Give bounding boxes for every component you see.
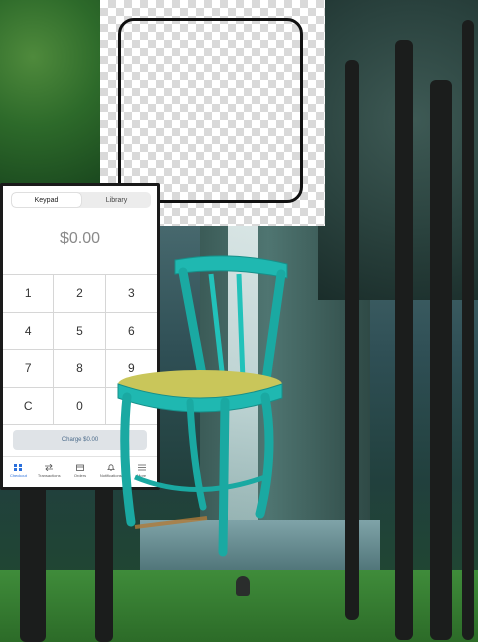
tab-keypad[interactable]: Keypad xyxy=(12,193,81,207)
key-0[interactable]: 0 xyxy=(54,387,106,425)
amount-display: $0.00 xyxy=(59,230,101,247)
tab-bar: Keypad Library xyxy=(11,192,151,208)
key-4[interactable]: 4 xyxy=(3,312,55,350)
key-7[interactable]: 7 xyxy=(3,350,55,388)
nav-orders[interactable]: Orders xyxy=(65,457,96,485)
tree-trunk xyxy=(95,470,113,642)
nav-checkout[interactable]: Checkout xyxy=(3,457,34,485)
nav-transactions-label: Transactions xyxy=(37,473,61,478)
tree-canopy-left xyxy=(0,0,110,190)
tree-trunk xyxy=(20,480,46,642)
nav-orders-label: Orders xyxy=(73,473,87,478)
tab-library[interactable]: Library xyxy=(82,192,151,208)
key-2[interactable]: 2 xyxy=(54,275,106,313)
key-5[interactable]: 5 xyxy=(54,312,106,350)
box-icon xyxy=(76,464,84,471)
teal-chair xyxy=(117,255,288,557)
nav-transactions[interactable]: Transactions xyxy=(34,457,65,485)
tree-trunk xyxy=(430,80,452,640)
key-1[interactable]: 1 xyxy=(3,275,55,313)
grid-icon xyxy=(14,464,23,471)
tree-trunk xyxy=(462,20,474,640)
nav-checkout-label: Checkout xyxy=(9,473,27,478)
arrows-icon xyxy=(45,464,54,471)
key-clear[interactable]: C xyxy=(3,387,55,425)
key-8[interactable]: 8 xyxy=(54,350,106,388)
tree-trunk xyxy=(395,40,413,640)
bell-icon xyxy=(106,464,115,471)
tree-trunk xyxy=(345,60,359,620)
rounded-frame xyxy=(118,18,303,203)
meditating-figure xyxy=(236,576,250,596)
